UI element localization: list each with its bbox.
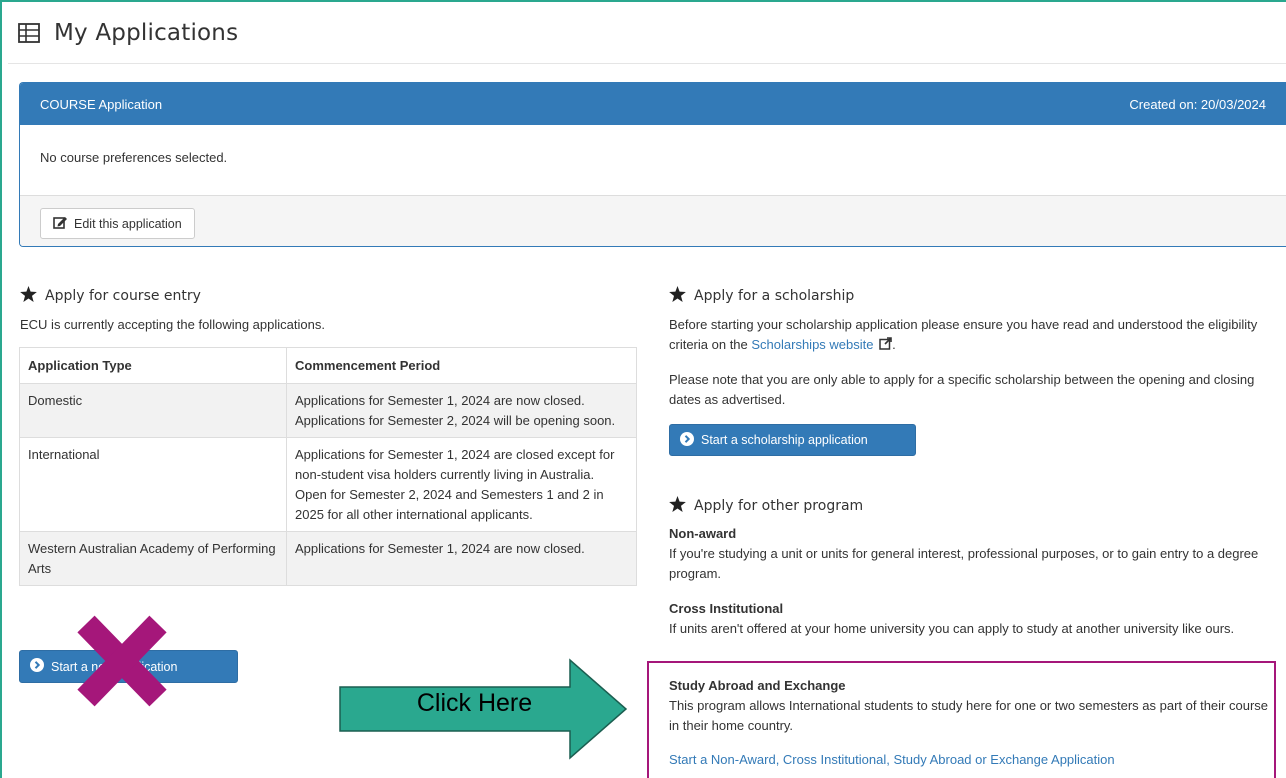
table-cell: Applications for Semester 1, 2024 are no… xyxy=(286,531,637,586)
table-header-row: Application Type Commencement Period xyxy=(19,347,637,384)
page-title: My Applications xyxy=(54,20,239,46)
panel-body: No course preferences selected. xyxy=(20,125,1286,195)
page-header: My Applications xyxy=(18,16,238,50)
cross-institutional-title: Cross Institutional xyxy=(669,601,784,616)
star-icon xyxy=(669,496,694,516)
table-cell: Western Australian Academy of Performing… xyxy=(19,531,287,586)
column-header: Application Type xyxy=(19,347,287,384)
table-cell: Applications for Semester 1, 2024 are no… xyxy=(286,383,637,438)
start-scholarship-label: Start a scholarship application xyxy=(701,433,868,447)
table-cell: Applications for Semester 1, 2024 are cl… xyxy=(286,437,637,532)
start-scholarship-button[interactable]: Start a scholarship application xyxy=(669,424,916,456)
edit-application-button[interactable]: Edit this application xyxy=(40,208,195,239)
table-cell: International xyxy=(19,437,287,532)
table-row: International Applications for Semester … xyxy=(19,437,637,532)
table-row: Domestic Applications for Semester 1, 20… xyxy=(19,383,637,438)
chevron-circle-right-icon xyxy=(30,658,51,675)
no-preferences-text: No course preferences selected. xyxy=(40,150,228,165)
study-abroad-title: Study Abroad and Exchange xyxy=(669,678,846,693)
panel-footer: Edit this application xyxy=(20,195,1286,246)
non-award-title: Non-award xyxy=(669,526,737,541)
scholarship-heading: Apply for a scholarship xyxy=(669,286,854,306)
panel-title: COURSE Application xyxy=(40,96,163,112)
cross-mark-icon xyxy=(74,614,170,713)
applications-table: Application Type Commencement Period Dom… xyxy=(19,347,637,586)
scholarship-dates-note: Please note that you are only able to ap… xyxy=(669,372,1255,407)
course-entry-intro: ECU is currently accepting the following… xyxy=(20,317,325,332)
external-link-icon xyxy=(879,337,892,350)
created-date: Created on: 20/03/2024 xyxy=(1129,96,1266,112)
start-other-program-link[interactable]: Start a Non-Award, Cross Institutional, … xyxy=(669,750,1115,770)
scholarship-eligibility-text: Before starting your scholarship applica… xyxy=(669,317,1258,352)
panel-heading: COURSE Application Created on: 20/03/202… xyxy=(20,83,1286,125)
non-award-text: If you're studying a unit or units for g… xyxy=(669,546,1259,581)
chevron-circle-right-icon xyxy=(680,431,701,449)
scholarships-website-link[interactable]: Scholarships website xyxy=(751,337,892,352)
other-program-heading: Apply for other program xyxy=(669,496,863,516)
edit-button-label: Edit this application xyxy=(74,216,182,231)
click-here-label: Click Here xyxy=(416,689,533,717)
course-entry-heading: Apply for course entry xyxy=(20,286,201,306)
course-application-panel: COURSE Application Created on: 20/03/202… xyxy=(19,82,1286,247)
table-icon xyxy=(18,23,40,43)
header-divider xyxy=(8,63,1286,64)
star-icon xyxy=(20,286,45,306)
table-cell: Domestic xyxy=(19,383,287,438)
edit-icon xyxy=(53,216,74,232)
cross-institutional-text: If units aren't offered at your home uni… xyxy=(669,621,1235,636)
column-header: Commencement Period xyxy=(286,347,637,384)
table-row: Western Australian Academy of Performing… xyxy=(19,531,637,586)
study-abroad-text: This program allows International studen… xyxy=(669,698,1269,733)
star-icon xyxy=(669,286,694,306)
